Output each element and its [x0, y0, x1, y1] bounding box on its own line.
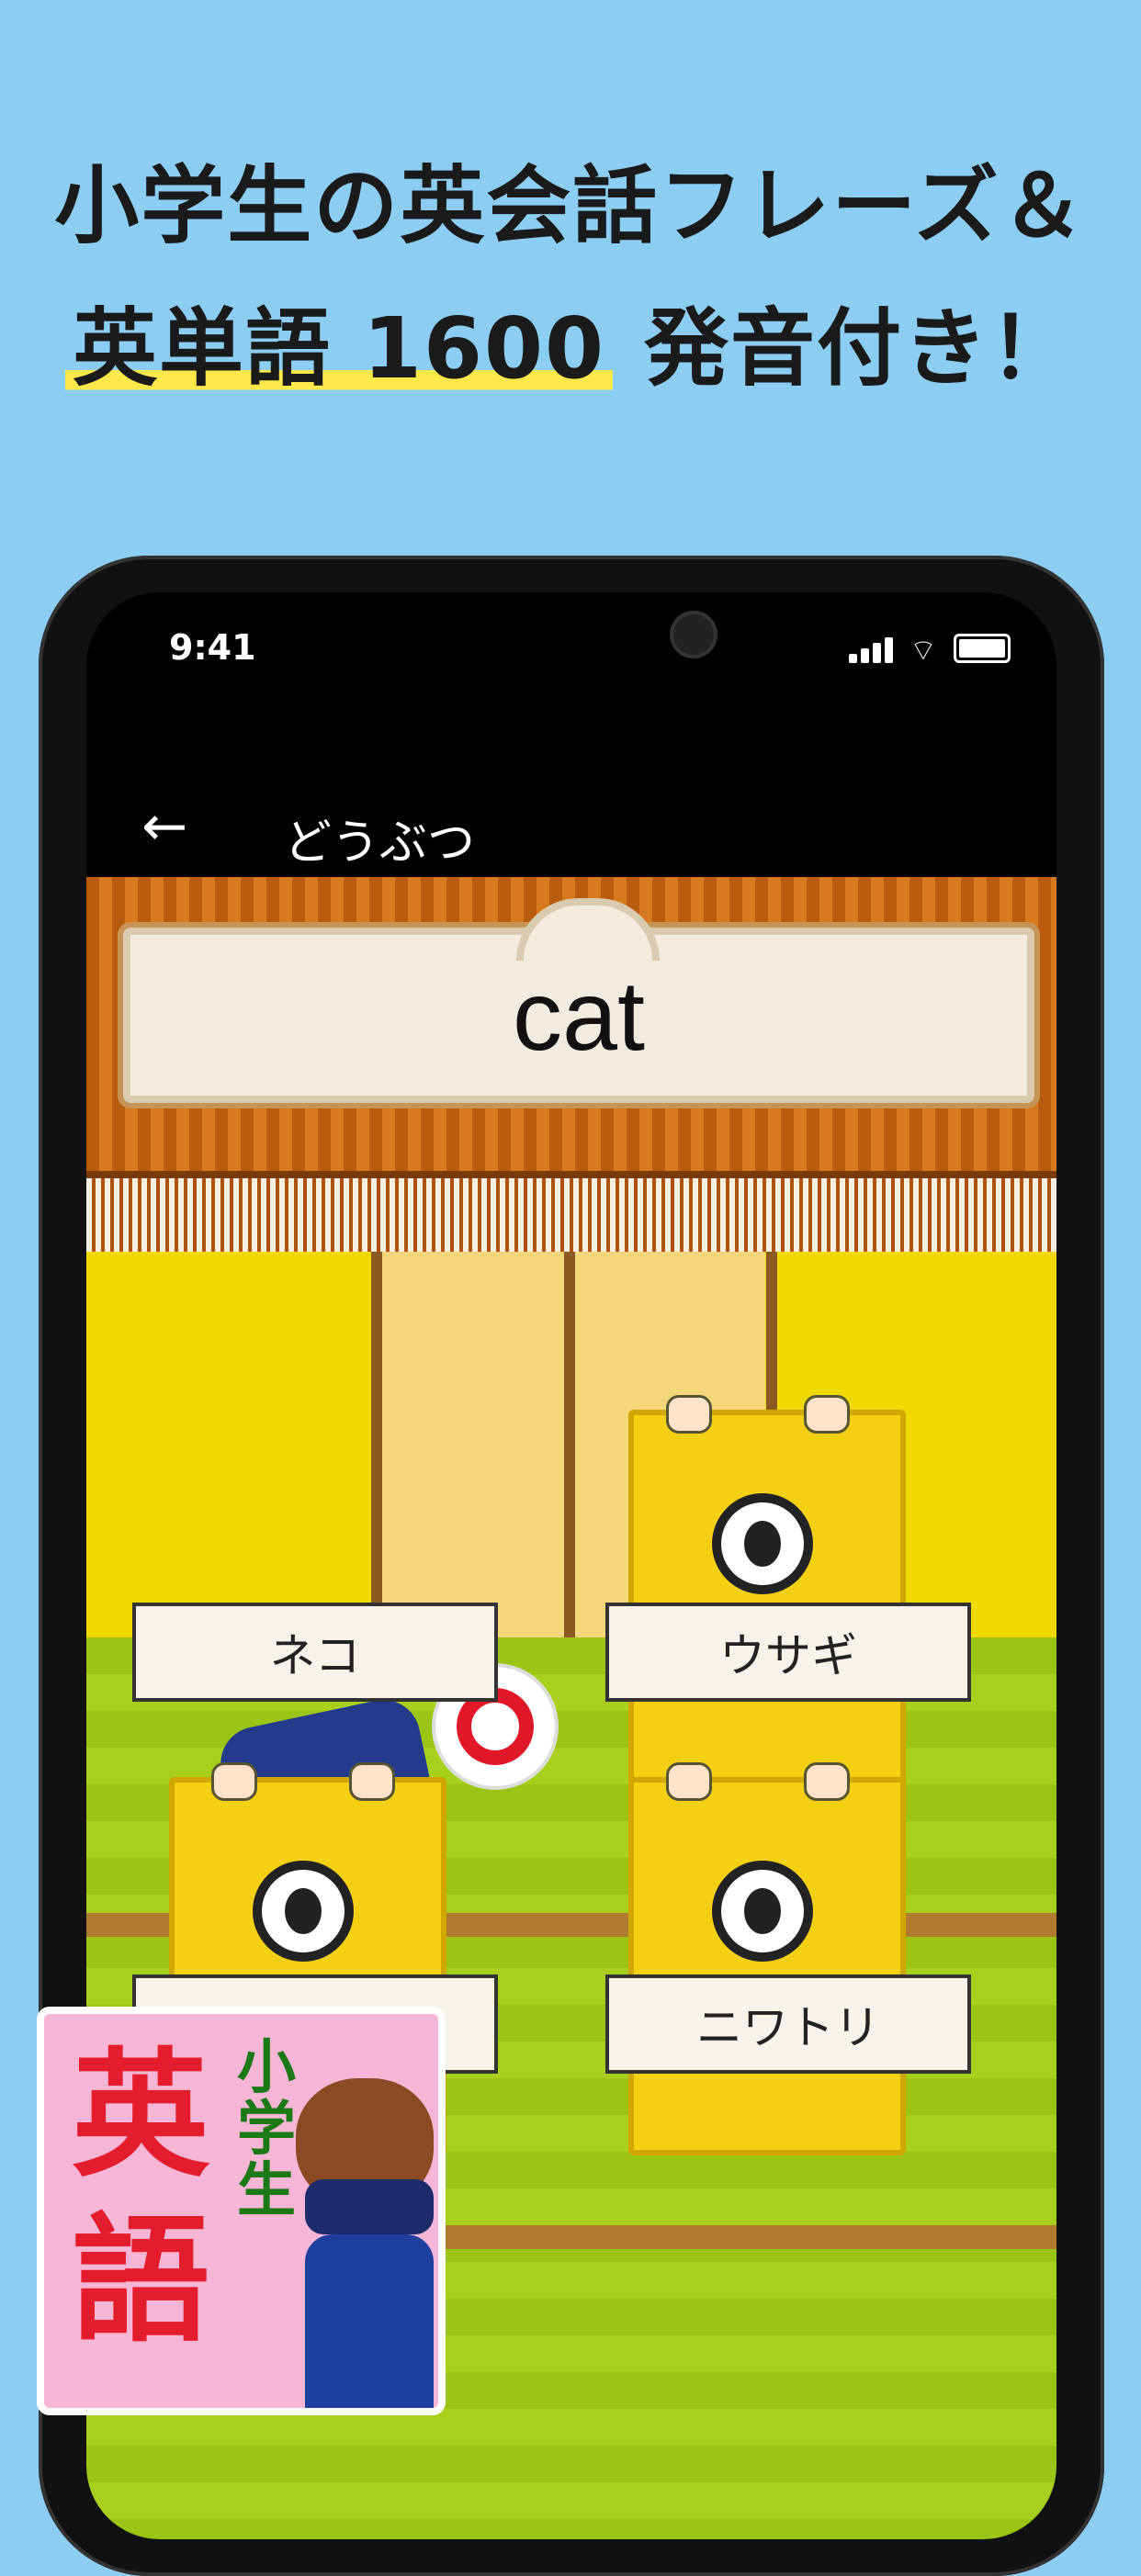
app-icon-title-char2: 語: [72, 2199, 210, 2361]
promo-headline-line2: 英単語 1600 発音付き！: [0, 280, 1141, 402]
ninja-kid-illustration: [287, 2069, 434, 2408]
hidden-card-2[interactable]: [628, 1395, 906, 1788]
status-time: 9:41: [169, 627, 256, 668]
ninja-emblem-icon: [262, 1870, 345, 1952]
promo-line2-rest: 発音付き！: [613, 299, 1077, 398]
lattice-panel: [86, 1171, 1056, 1259]
promo-highlight: 英単語 1600: [64, 299, 614, 398]
battery-icon: [954, 634, 1011, 663]
back-arrow-icon[interactable]: ←: [141, 794, 187, 859]
status-icons: ⌔: [845, 633, 1011, 668]
wifi-icon: ⌔: [909, 633, 937, 668]
word-board: cat: [123, 898, 1034, 1103]
app-bar: ← どうぶつ: [86, 785, 1056, 886]
notch: [345, 592, 805, 666]
quiz-word: cat: [512, 960, 646, 1071]
ninja-emblem-icon: [721, 1502, 804, 1585]
signal-icon: [845, 637, 893, 663]
app-icon-title-char1: 英: [72, 2034, 210, 2196]
app-icon: 英 語 小学生: [37, 2007, 446, 2415]
sliding-doors: [86, 1252, 1056, 1637]
choice-2[interactable]: ウサギ: [605, 1603, 971, 1702]
screen-title: どうぶつ: [284, 816, 476, 871]
choice-1[interactable]: ネコ: [132, 1603, 498, 1702]
camera-icon: [670, 611, 717, 658]
hidden-card-4[interactable]: [628, 1762, 906, 2155]
ninja-emblem-icon: [721, 1870, 804, 1952]
choice-4[interactable]: ニワトリ: [605, 1974, 971, 2074]
promo-headline-line1: 小学生の英会話フレーズ＆: [54, 157, 1087, 255]
